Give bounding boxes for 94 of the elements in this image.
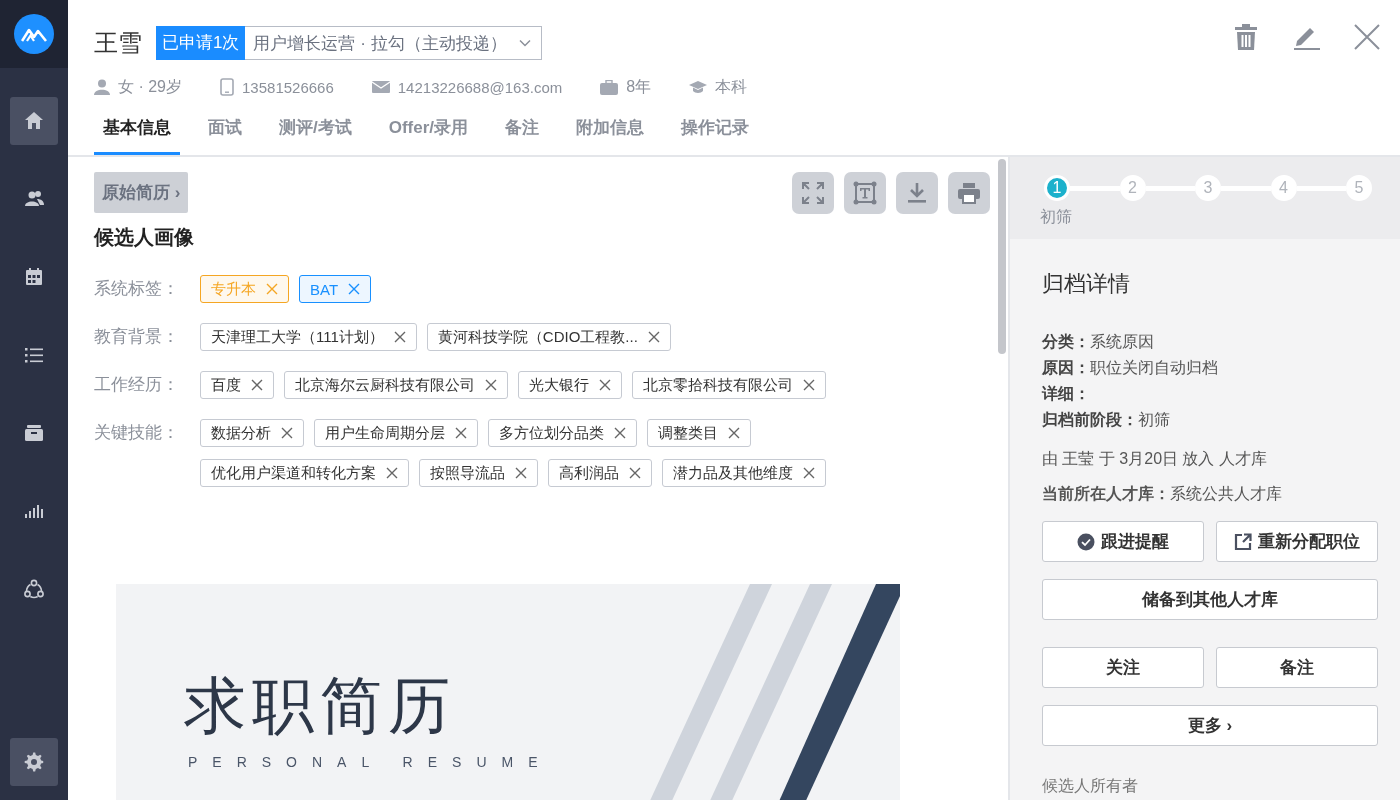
panel-title: 归档详情 bbox=[1042, 270, 1131, 298]
field-label: 教育背景： bbox=[94, 326, 180, 348]
toolbar-button[interactable] bbox=[948, 172, 990, 214]
resume-subheading: PERSONAL RESUME bbox=[188, 754, 553, 770]
remove-icon[interactable] bbox=[455, 427, 467, 439]
close-icon[interactable] bbox=[1354, 24, 1380, 50]
candidate-info: 本科 bbox=[715, 76, 748, 97]
external-link-icon bbox=[1234, 532, 1252, 551]
action-button[interactable]: 更多 › bbox=[1042, 705, 1378, 746]
remove-icon[interactable] bbox=[515, 467, 527, 479]
email-address: 14213226688@163.com bbox=[397, 78, 563, 96]
toolbar-button[interactable] bbox=[844, 172, 886, 214]
remove-icon[interactable] bbox=[629, 467, 641, 479]
tag[interactable]: 调整类目 bbox=[647, 419, 751, 447]
section-label: 候选人所有者 bbox=[1042, 776, 1139, 796]
calendar-icon bbox=[24, 267, 44, 287]
tag[interactable]: 北京海尔云厨科技有限公司 bbox=[284, 371, 508, 399]
remove-icon[interactable] bbox=[614, 427, 626, 439]
tab[interactable]: 基本信息 bbox=[94, 116, 180, 155]
remove-icon[interactable] bbox=[251, 379, 263, 391]
step-marker: 2 bbox=[1119, 175, 1146, 201]
tag[interactable]: 黄河科技学院（CDIO工程教... bbox=[426, 323, 671, 351]
tag[interactable]: 按照导流品 bbox=[419, 459, 538, 487]
remove-icon[interactable] bbox=[348, 283, 361, 295]
download-icon bbox=[905, 181, 929, 205]
graduation-cap-icon bbox=[689, 80, 708, 94]
remove-icon[interactable] bbox=[281, 427, 293, 439]
caret-icon bbox=[518, 39, 531, 47]
remove-icon[interactable] bbox=[599, 379, 611, 391]
action-button[interactable]: 关注 bbox=[1042, 647, 1204, 688]
phone-icon bbox=[220, 78, 234, 96]
briefcase-icon bbox=[600, 79, 619, 95]
print-icon bbox=[957, 181, 981, 205]
trash-icon[interactable] bbox=[1234, 24, 1258, 50]
tag[interactable]: 潜力品及其他维度 bbox=[662, 459, 826, 487]
archive-icon bbox=[24, 423, 44, 443]
home-icon bbox=[24, 111, 44, 131]
field-label: 关键技能： bbox=[94, 422, 180, 444]
candidate-name: 王雪 bbox=[94, 28, 142, 58]
toolbar-button[interactable] bbox=[896, 172, 938, 214]
candidate-info: 女 · 29岁 bbox=[118, 76, 182, 97]
expand-icon bbox=[801, 181, 825, 205]
remove-icon[interactable] bbox=[803, 379, 815, 391]
tag[interactable]: 数据分析 bbox=[200, 419, 304, 447]
step-marker: 4 bbox=[1270, 175, 1297, 201]
action-button[interactable]: 重新分配职位 bbox=[1216, 521, 1378, 562]
tag[interactable]: 天津理工大学（111计划） bbox=[200, 323, 417, 351]
remove-icon[interactable] bbox=[647, 331, 660, 343]
tag[interactable]: 多方位划分品类 bbox=[488, 419, 637, 447]
field-label: 工作经历： bbox=[94, 374, 180, 396]
step-marker: 5 bbox=[1346, 175, 1372, 201]
tag[interactable]: 北京零拾科技有限公司 bbox=[632, 371, 826, 399]
detail-line: 归档前阶段：初筛 bbox=[1042, 410, 1171, 430]
current-pool: 当前所在人才库：系统公共人才库 bbox=[1042, 484, 1283, 504]
position-dropdown[interactable]: 用户增长运营 · 拉勾（主动投递） bbox=[245, 26, 542, 60]
detail-line: 原因：职位关闭自动归档 bbox=[1042, 358, 1219, 378]
people-icon bbox=[24, 189, 44, 209]
section-title: 候选人画像 bbox=[94, 225, 195, 250]
placement-note: 由 王莹 于 3月20日 放入 人才库 bbox=[1042, 449, 1268, 469]
scrollbar-thumb[interactable] bbox=[998, 159, 1006, 354]
step-marker: 1 bbox=[1044, 175, 1070, 201]
toolbar-button[interactable] bbox=[792, 172, 834, 214]
action-button[interactable]: 备注 bbox=[1216, 647, 1378, 688]
step-label: 初筛 bbox=[1040, 207, 1073, 227]
application-count-badge: 已申请1次 bbox=[156, 26, 246, 60]
person-icon bbox=[94, 79, 110, 95]
settings-button[interactable] bbox=[10, 738, 58, 786]
check-circle-icon bbox=[1077, 532, 1095, 551]
text-frame-icon bbox=[853, 181, 877, 205]
mail-icon bbox=[371, 80, 390, 94]
remove-icon[interactable] bbox=[485, 379, 497, 391]
field-label: 系统标签： bbox=[94, 278, 180, 300]
step-marker: 3 bbox=[1195, 175, 1221, 201]
tag[interactable]: 光大银行 bbox=[518, 371, 622, 399]
remove-icon[interactable] bbox=[803, 467, 815, 479]
network-icon bbox=[24, 579, 44, 599]
detail-line: 分类：系统原因 bbox=[1042, 332, 1155, 352]
remove-icon[interactable] bbox=[728, 427, 740, 439]
nav-item[interactable] bbox=[10, 97, 58, 145]
remove-icon[interactable] bbox=[386, 467, 398, 479]
candidate-info: 8年 bbox=[626, 76, 652, 97]
settings-icon bbox=[24, 752, 44, 772]
action-button[interactable]: 储备到其他人才库 bbox=[1042, 579, 1378, 620]
tag[interactable]: 百度 bbox=[200, 371, 274, 399]
phone-number: 13581526666 bbox=[242, 78, 334, 96]
tag[interactable]: 用户生命周期分层 bbox=[314, 419, 478, 447]
action-button[interactable]: 跟进提醒 bbox=[1042, 521, 1204, 562]
resume-heading: 求职简历 bbox=[184, 670, 456, 742]
tag[interactable]: 高利润品 bbox=[548, 459, 652, 487]
remove-icon[interactable] bbox=[393, 331, 406, 343]
logo[interactable] bbox=[14, 14, 54, 54]
detail-line: 详细： bbox=[1042, 384, 1091, 404]
tag[interactable]: 优化用户渠道和转化方案 bbox=[200, 459, 409, 487]
list-icon bbox=[24, 345, 44, 365]
